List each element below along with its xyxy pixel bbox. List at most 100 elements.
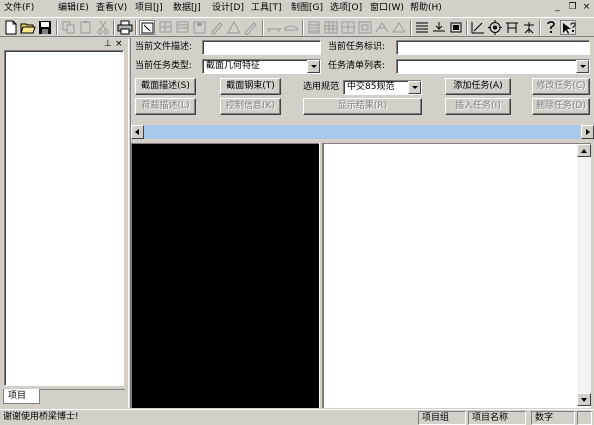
menu-window[interactable]: 窗口(W): [370, 2, 404, 15]
open-folder-icon[interactable]: [20, 20, 36, 35]
graphics-view[interactable]: [131, 143, 319, 408]
measure-icon[interactable]: [470, 20, 486, 35]
load-icon[interactable]: [431, 20, 447, 35]
scroll-up-button[interactable]: [577, 144, 591, 157]
menu-help[interactable]: 帮助(H): [410, 2, 442, 15]
help-icon[interactable]: [543, 20, 559, 35]
print-icon[interactable]: [117, 20, 133, 35]
add-task-button[interactable]: 添加任务(A): [445, 78, 511, 95]
code-label: 选用规范: [303, 82, 340, 92]
doc-desc-input[interactable]: [202, 40, 321, 55]
menu-drawing[interactable]: 制图[G]: [291, 2, 323, 15]
save-data-icon[interactable]: [192, 20, 208, 35]
minimize-button[interactable]: _: [551, 2, 564, 14]
results-view[interactable]: [323, 143, 591, 408]
delete-task-button[interactable]: 删除任务(D): [532, 98, 590, 115]
bridge-span-icon[interactable]: [283, 20, 299, 35]
task-list-label: 任务清单列表:: [328, 61, 386, 71]
code-value: 中交85规范: [347, 82, 395, 92]
menu-options[interactable]: 选项[O]: [330, 2, 362, 15]
scroll-track[interactable]: [144, 125, 581, 139]
grid-table-icon[interactable]: [323, 20, 339, 35]
beam-icon[interactable]: [266, 20, 282, 35]
task-type-value: 截面几何特征: [206, 61, 261, 71]
task-type-select[interactable]: 截面几何特征: [202, 59, 321, 74]
chevron-right-icon: [586, 129, 590, 135]
vertical-scrollbar[interactable]: [577, 144, 591, 406]
copy-icon[interactable]: [61, 20, 77, 35]
rows-icon[interactable]: [306, 20, 322, 35]
anchor-icon[interactable]: [521, 20, 537, 35]
cut-icon[interactable]: [95, 20, 111, 35]
section-desc-button[interactable]: 截面描述(S): [135, 78, 196, 95]
scroll-thumb[interactable]: [144, 125, 581, 139]
close-button[interactable]: ×: [580, 2, 593, 14]
truss-icon[interactable]: [374, 20, 390, 35]
menu-file[interactable]: 文件(F): [4, 2, 34, 15]
context-help-icon[interactable]: [560, 20, 576, 35]
status-num-lock: 数字: [531, 411, 575, 425]
status-project-name: 项目名称: [468, 411, 526, 425]
new-file-icon[interactable]: [3, 20, 19, 35]
menu-view[interactable]: 查看(V): [96, 2, 127, 15]
triangle-icon[interactable]: [226, 20, 242, 35]
modify-task-button[interactable]: 修改任务(C): [532, 78, 590, 95]
scroll-down-button[interactable]: [577, 393, 591, 406]
target-icon[interactable]: [487, 20, 503, 35]
control-info-button[interactable]: 控制信息(K): [220, 98, 281, 115]
toolbar-separator: [135, 20, 137, 35]
align-lines-icon[interactable]: [414, 20, 430, 35]
toolbar-separator: [113, 20, 115, 35]
task-id-input[interactable]: [396, 40, 590, 55]
tab-strip-line: [40, 389, 125, 390]
menu-data[interactable]: 数据[J]: [173, 2, 201, 15]
scroll-right-button[interactable]: [581, 125, 594, 139]
toolbar: [0, 17, 594, 37]
section-icon[interactable]: [357, 20, 373, 35]
menu-edit[interactable]: 编辑(E): [58, 2, 89, 15]
code-select[interactable]: 中交85规范: [343, 80, 422, 95]
status-grip[interactable]: [577, 411, 592, 425]
pin-icon[interactable]: ⊥: [104, 39, 112, 49]
load-desc-button[interactable]: 荷载描述(L): [135, 98, 196, 115]
box-icon[interactable]: [448, 20, 464, 35]
chevron-down-icon[interactable]: [408, 81, 421, 94]
insert-task-button[interactable]: 插入任务(I): [445, 98, 511, 115]
pencil-icon[interactable]: [243, 20, 259, 35]
show-result-button[interactable]: 显示结果(R): [303, 98, 422, 115]
section-rebar-button[interactable]: 截面钢束(T): [220, 78, 281, 95]
menu-tools[interactable]: 工具[T]: [251, 2, 282, 15]
grid-icon[interactable]: [158, 20, 174, 35]
toolbar-separator: [302, 20, 304, 35]
project-tree[interactable]: [4, 50, 124, 386]
menu-design[interactable]: 设计[D]: [212, 2, 244, 15]
status-project-group: 项目组: [418, 411, 466, 425]
task-id-label: 当前任务标识:: [328, 42, 386, 52]
edit-pen-icon[interactable]: [209, 20, 225, 35]
chevron-down-icon[interactable]: [307, 60, 320, 73]
pier-icon[interactable]: [504, 20, 520, 35]
menu-project[interactable]: 项目[J]: [135, 2, 163, 15]
toolbar-separator: [539, 20, 541, 35]
tab-project[interactable]: 项目: [3, 389, 40, 404]
toolbar-separator: [466, 20, 468, 35]
restore-button[interactable]: ❐: [566, 2, 579, 14]
table-icon[interactable]: [175, 20, 191, 35]
save-icon[interactable]: [37, 20, 53, 35]
task-list-select[interactable]: [396, 59, 590, 74]
matrix-icon[interactable]: [340, 20, 356, 35]
doc-desc-label: 当前文件描述:: [135, 42, 193, 52]
horizontal-scrollbar[interactable]: [131, 125, 594, 139]
status-message: 谢谢使用桥梁博士!: [3, 412, 79, 422]
scroll-left-button[interactable]: [131, 125, 144, 139]
panel-close-icon[interactable]: ×: [115, 39, 123, 49]
arch-icon[interactable]: [391, 20, 407, 35]
chevron-down-icon[interactable]: [576, 60, 589, 73]
chevron-left-icon: [135, 129, 139, 135]
paste-icon[interactable]: [78, 20, 94, 35]
toolbar-separator: [410, 20, 412, 35]
select-view-icon[interactable]: [139, 20, 155, 35]
project-panel: ⊥ × 项目: [0, 38, 128, 408]
toolbar-separator: [56, 20, 58, 35]
status-bar: 谢谢使用桥梁博士! 项目组 项目名称 数字: [0, 409, 594, 425]
